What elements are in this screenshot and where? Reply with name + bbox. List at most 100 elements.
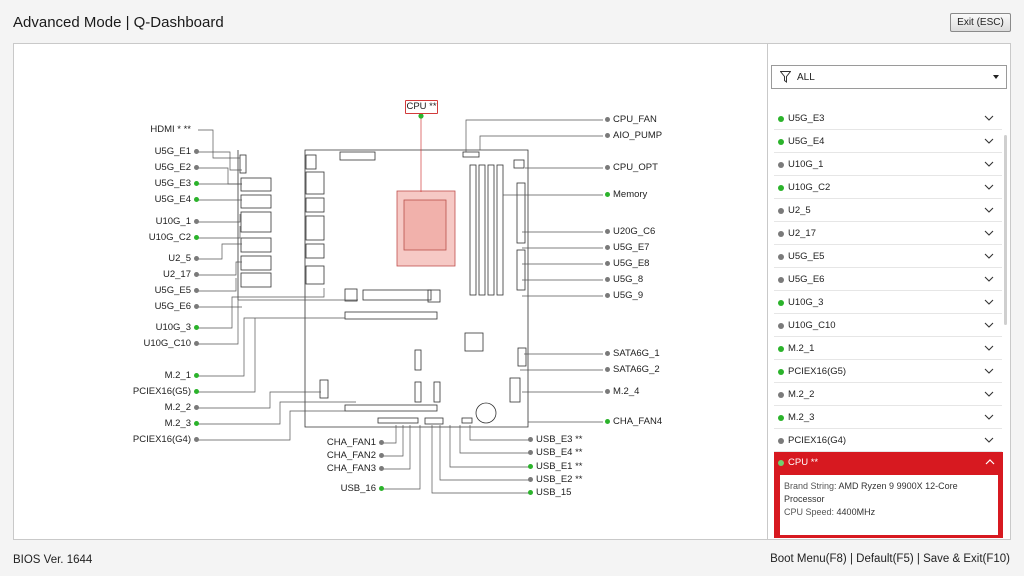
chevron-down-icon[interactable] (984, 367, 994, 375)
chevron-down-icon[interactable] (984, 321, 994, 329)
divider (774, 428, 1002, 429)
list-scrollbar[interactable] (1004, 135, 1007, 325)
right-labels-2[interactable]: CPU_OPT (605, 162, 658, 174)
left-labels-14[interactable]: PCIEX16(G5) (133, 386, 199, 398)
list-item[interactable]: U5G_E6 (774, 269, 1002, 291)
left-labels-15[interactable]: M.2_2 (165, 402, 199, 414)
status-dot (605, 350, 610, 356)
chevron-down-icon[interactable] (984, 229, 994, 237)
list-item-label: U2_5 (788, 205, 811, 216)
left-labels-13[interactable]: M.2_1 (165, 370, 199, 382)
chevron-down-icon[interactable] (984, 137, 994, 145)
connector-label: U2_17 (163, 269, 191, 280)
connector-label: AIO_PUMP (613, 130, 663, 141)
connector-label: U10G_3 (155, 322, 191, 333)
list-item[interactable]: U2_5 (774, 200, 1002, 222)
status-dot (778, 346, 784, 352)
right-labels-0[interactable]: CPU_FAN (605, 114, 657, 126)
left-labels-1[interactable]: U5G_E1 (155, 146, 199, 158)
bottom-right-labels-0[interactable]: USB_E3 ** (528, 434, 582, 446)
chevron-down-icon[interactable] (984, 183, 994, 191)
chevron-down-icon[interactable] (984, 252, 994, 260)
left-labels-17[interactable]: PCIEX16(G4) (133, 434, 199, 446)
brand-key: Brand String: (784, 481, 837, 491)
list-item[interactable]: U2_17 (774, 223, 1002, 245)
status-dot (194, 436, 199, 442)
connector-label: PCIEX16(G5) (132, 386, 191, 397)
chevron-down-icon (993, 75, 999, 79)
bottom-left-labels-2[interactable]: CHA_FAN3 (327, 463, 384, 475)
left-labels-3[interactable]: U5G_E3 (155, 178, 199, 190)
bottom-left-labels-0[interactable]: CHA_FAN1 (327, 437, 384, 449)
left-labels-7[interactable]: U2_5 (168, 253, 199, 265)
status-dot (778, 162, 784, 168)
chevron-down-icon[interactable] (984, 413, 994, 421)
right-labels-6[interactable]: U5G_E8 (605, 258, 649, 270)
left-labels-5[interactable]: U10G_1 (156, 216, 199, 228)
status-dot (194, 196, 199, 202)
list-item[interactable]: M.2_1 (774, 338, 1002, 360)
right-labels-9[interactable]: SATA6G_1 (605, 348, 660, 360)
list-item[interactable]: M.2_2 (774, 384, 1002, 406)
exit-button[interactable]: Exit (ESC) (950, 13, 1011, 32)
left-labels-4[interactable]: U5G_E4 (155, 194, 199, 206)
status-dot (379, 452, 384, 458)
left-labels-6[interactable]: U10G_C2 (149, 232, 199, 244)
chevron-down-icon[interactable] (984, 390, 994, 398)
list-item[interactable]: PCIEX16(G5) (774, 361, 1002, 383)
list-item[interactable]: U10G_C2 (774, 177, 1002, 199)
chevron-down-icon[interactable] (984, 344, 994, 352)
right-labels-12[interactable]: CHA_FAN4 (605, 416, 662, 428)
bottom-left-labels-3[interactable]: USB_16 (341, 483, 384, 495)
right-labels-3[interactable]: Memory (605, 189, 647, 201)
default-button[interactable]: Default(F5) (856, 553, 914, 565)
connector-label: M.2_2 (164, 402, 191, 413)
list-item[interactable]: U5G_E4 (774, 131, 1002, 153)
left-labels-2[interactable]: U5G_E2 (155, 162, 199, 174)
right-labels-7[interactable]: U5G_8 (605, 274, 643, 286)
bottom-left-labels-1[interactable]: CHA_FAN2 (327, 450, 384, 462)
chevron-down-icon[interactable] (984, 298, 994, 306)
chevron-down-icon[interactable] (984, 160, 994, 168)
save-exit-button[interactable]: Save & Exit(F10) (923, 553, 1010, 565)
connector-label: U5G_E1 (154, 146, 191, 157)
chevron-down-icon[interactable] (984, 436, 994, 444)
right-labels-8[interactable]: U5G_9 (605, 290, 643, 302)
left-labels-16[interactable]: M.2_3 (165, 418, 199, 430)
list-item[interactable]: U10G_1 (774, 154, 1002, 176)
status-dot (194, 148, 199, 154)
cpu-tag[interactable]: CPU ** (405, 100, 438, 114)
right-labels-10[interactable]: SATA6G_2 (605, 364, 660, 376)
left-labels-9[interactable]: U5G_E5 (155, 285, 199, 297)
boot-menu-button[interactable]: Boot Menu(F8) (770, 553, 847, 565)
right-labels-5[interactable]: U5G_E7 (605, 242, 649, 254)
chevron-down-icon[interactable] (984, 114, 994, 122)
connector-label: USB_E1 ** (536, 461, 583, 472)
bottom-right-labels-2[interactable]: USB_E1 ** (528, 461, 582, 473)
chevron-down-icon[interactable] (984, 206, 994, 214)
list-item[interactable]: M.2_3 (774, 407, 1002, 429)
list-item[interactable]: U5G_E5 (774, 246, 1002, 268)
right-labels-1[interactable]: AIO_PUMP (605, 130, 662, 142)
left-labels-12[interactable]: U10G_C10 (143, 338, 199, 350)
chevron-up-icon[interactable] (985, 458, 995, 466)
right-labels-11[interactable]: M.2_4 (605, 386, 639, 398)
status-dot (778, 116, 784, 122)
left-labels-0[interactable]: HDMI * ** (150, 124, 199, 136)
bottom-right-labels-3[interactable]: USB_E2 ** (528, 474, 582, 486)
filter-dropdown[interactable]: ALL (771, 65, 1007, 89)
list-item[interactable]: PCIEX16(G4) (774, 430, 1002, 452)
expanded-item-cpu[interactable]: CPU ** Brand String: AMD Ryzen 9 9900X 1… (774, 452, 1003, 538)
list-item[interactable]: U5G_E3 (774, 108, 1002, 130)
connector-label: M.2_3 (164, 418, 191, 429)
left-labels-8[interactable]: U2_17 (163, 269, 199, 281)
bottom-right-labels-4[interactable]: USB_15 (528, 487, 571, 499)
bottom-right-labels-1[interactable]: USB_E4 ** (528, 447, 582, 459)
chevron-down-icon[interactable] (984, 275, 994, 283)
left-labels-11[interactable]: U10G_3 (156, 322, 199, 334)
list-item[interactable]: U10G_C10 (774, 315, 1002, 337)
left-labels-10[interactable]: U5G_E6 (155, 301, 199, 313)
right-labels-4[interactable]: U20G_C6 (605, 226, 655, 238)
list-item[interactable]: U10G_3 (774, 292, 1002, 314)
list-item-label: U10G_C10 (788, 320, 836, 331)
